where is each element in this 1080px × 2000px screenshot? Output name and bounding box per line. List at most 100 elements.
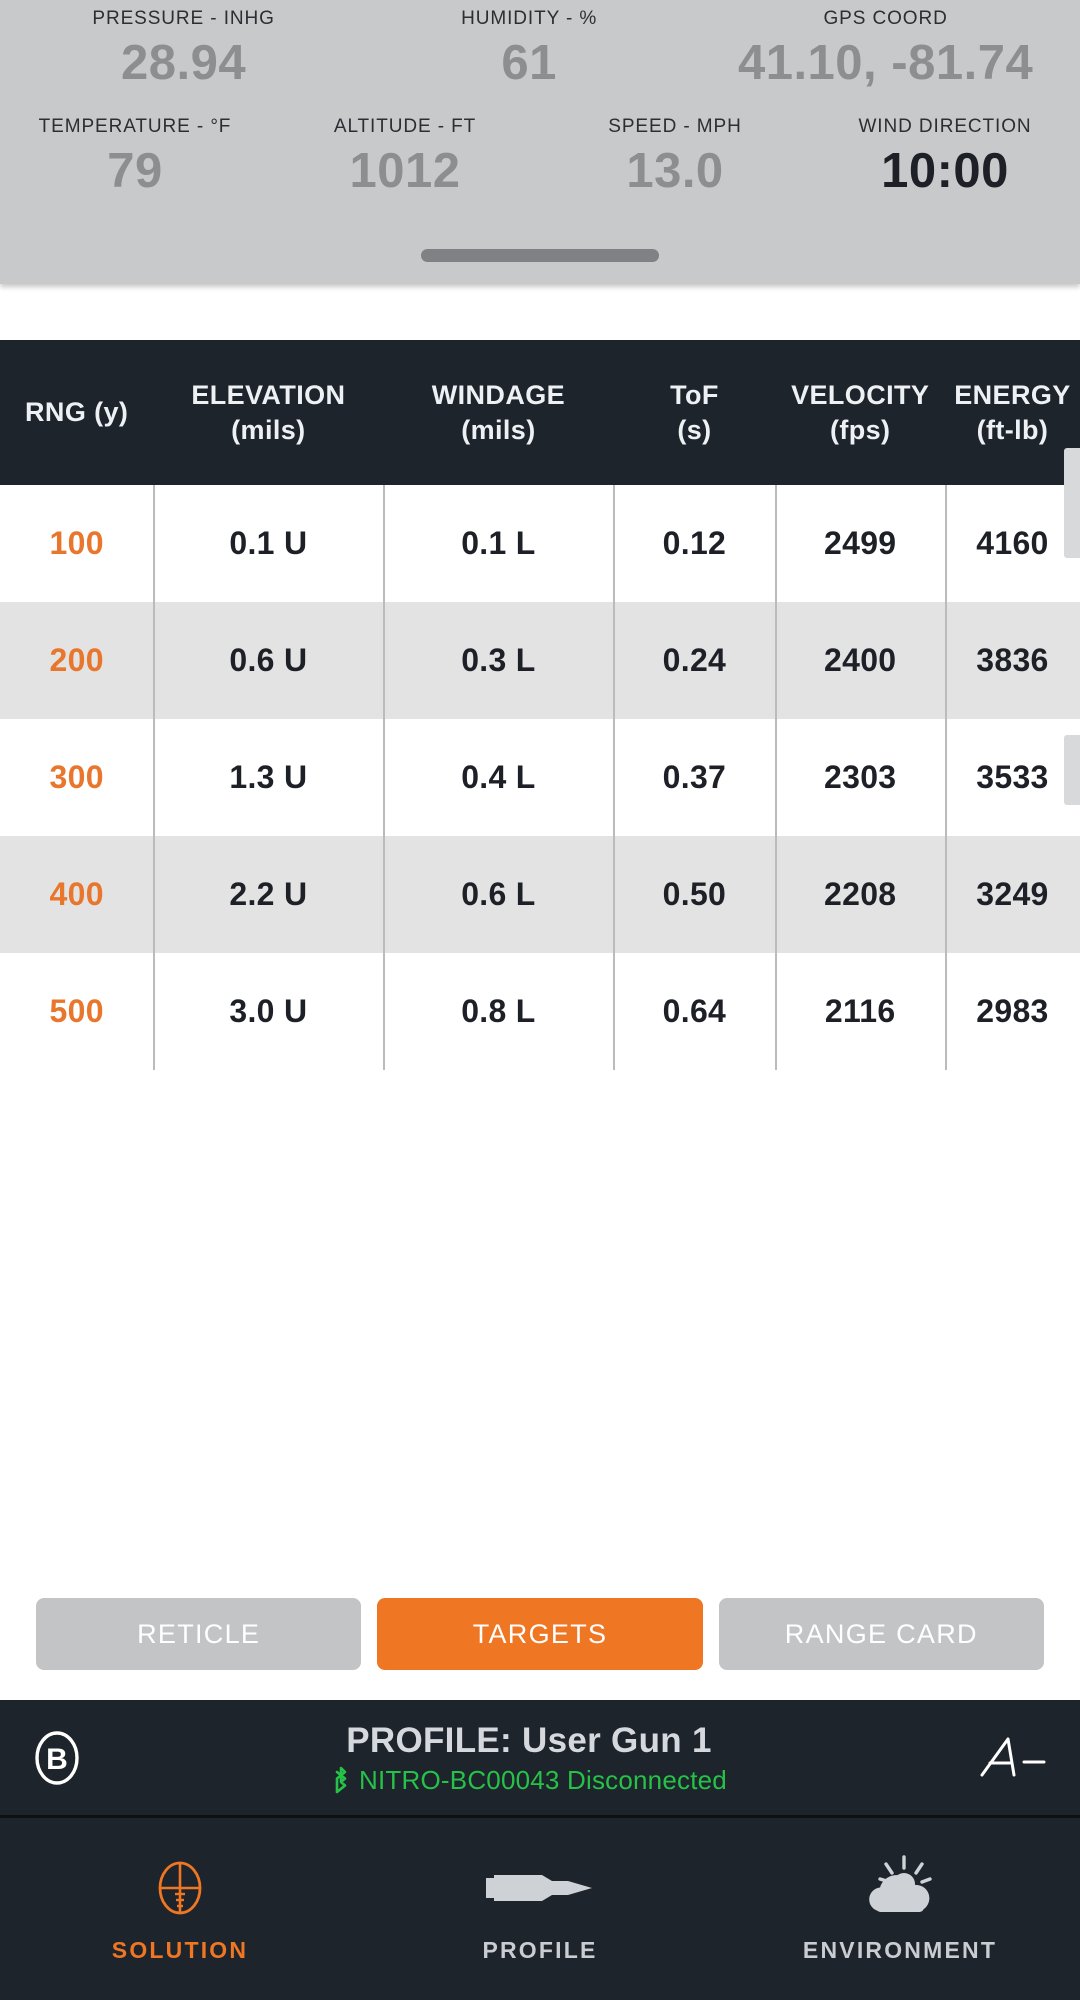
column-header-windage: WINDAGE (mils) bbox=[383, 378, 613, 448]
environment-row-primary: PRESSURE - INHG 28.94 HUMIDITY - % 61 GP… bbox=[0, 0, 1080, 94]
cell-velocity: 2116 bbox=[775, 953, 945, 1070]
cell-tof: 0.64 bbox=[613, 953, 775, 1070]
metric-gps-coord[interactable]: GPS COORD 41.10, -81.74 bbox=[691, 6, 1080, 94]
cartridge-icon bbox=[480, 1855, 600, 1921]
metric-gps-coord-label: GPS COORD bbox=[823, 8, 948, 29]
metric-temperature-label: TEMPERATURE - °F bbox=[38, 116, 232, 137]
metric-pressure-value: 28.94 bbox=[121, 36, 247, 90]
table-row[interactable]: 300 1.3 U 0.4 L 0.37 2303 3533 bbox=[0, 719, 1080, 836]
cell-rng: 100 bbox=[49, 525, 104, 561]
column-header-energy-text: ENERGY bbox=[954, 379, 1071, 410]
nav-item-solution[interactable]: SOLUTION bbox=[0, 1818, 360, 2000]
metric-gps-coord-value: 41.10, -81.74 bbox=[737, 36, 1034, 90]
environment-summary-panel[interactable]: PRESSURE - INHG 28.94 HUMIDITY - % 61 GP… bbox=[0, 0, 1080, 284]
metric-altitude-value: 1012 bbox=[349, 144, 461, 198]
metric-speed[interactable]: SPEED - MPH 13.0 bbox=[540, 114, 810, 202]
targets-button[interactable]: TARGETS bbox=[377, 1598, 703, 1670]
cell-elevation: 2.2 U bbox=[153, 836, 383, 953]
metric-temperature-value: 79 bbox=[107, 144, 163, 198]
cell-velocity: 2499 bbox=[775, 485, 945, 602]
table-header-row: RNG (y) ELEVATION (mils) WINDAGE (mils) … bbox=[0, 340, 1080, 485]
metric-altitude-label: ALTITUDE - FT bbox=[333, 116, 477, 137]
scrollbar-indicator-top[interactable] bbox=[1064, 448, 1080, 558]
column-header-velocity-text: VELOCITY bbox=[791, 379, 930, 410]
cell-energy: 3249 bbox=[944, 836, 1080, 953]
column-header-tof-text: ToF bbox=[670, 379, 719, 410]
table-row[interactable]: 500 3.0 U 0.8 L 0.64 2116 2983 bbox=[0, 953, 1080, 1070]
profile-status-bar[interactable]: B PROFILE: User Gun 1 NITRO-BC00043 Disc… bbox=[0, 1700, 1080, 1818]
cell-rng: 300 bbox=[49, 759, 104, 795]
scrollbar-indicator-bottom[interactable] bbox=[1064, 735, 1080, 805]
column-header-energy-unit: (ft-lb) bbox=[976, 414, 1049, 445]
column-header-velocity: VELOCITY (fps) bbox=[775, 378, 945, 448]
range-card-button[interactable]: RANGE CARD bbox=[718, 1598, 1044, 1670]
bluetooth-icon bbox=[331, 1765, 351, 1795]
column-header-elevation: ELEVATION (mils) bbox=[153, 378, 383, 448]
bottom-navigation-bar: SOLUTION PROFILE ENVIRONMENT bbox=[0, 1818, 1080, 2000]
cell-rng: 500 bbox=[49, 993, 104, 1029]
panel-drag-handle-container bbox=[0, 249, 1080, 262]
table-row[interactable]: 400 2.2 U 0.6 L 0.50 2208 3249 bbox=[0, 836, 1080, 953]
metric-altitude[interactable]: ALTITUDE - FT 1012 bbox=[270, 114, 540, 202]
table-row[interactable]: 200 0.6 U 0.3 L 0.24 2400 3836 bbox=[0, 602, 1080, 719]
ballistic-solution-table[interactable]: RNG (y) ELEVATION (mils) WINDAGE (mils) … bbox=[0, 340, 1080, 1598]
ballistic-b-logo-icon: B bbox=[28, 1729, 86, 1787]
reticle-icon bbox=[147, 1855, 213, 1921]
column-header-elevation-text: ELEVATION bbox=[191, 379, 346, 410]
cell-elevation: 1.3 U bbox=[153, 719, 383, 836]
cell-windage: 0.3 L bbox=[383, 602, 613, 719]
environment-row-secondary: TEMPERATURE - °F 79 ALTITUDE - FT 1012 S… bbox=[0, 94, 1080, 202]
column-header-windage-unit: (mils) bbox=[461, 414, 536, 445]
cell-windage: 0.1 L bbox=[383, 485, 613, 602]
cell-windage: 0.4 L bbox=[383, 719, 613, 836]
metric-temperature[interactable]: TEMPERATURE - °F 79 bbox=[0, 114, 270, 202]
cell-energy: 2983 bbox=[944, 953, 1080, 1070]
nav-item-environment[interactable]: ENVIRONMENT bbox=[720, 1818, 1080, 2000]
cell-velocity: 2208 bbox=[775, 836, 945, 953]
nav-label-environment: ENVIRONMENT bbox=[802, 1936, 998, 1963]
panel-drag-handle[interactable] bbox=[421, 249, 659, 262]
panel-spacer bbox=[0, 284, 1080, 340]
cell-velocity: 2303 bbox=[775, 719, 945, 836]
metric-pressure[interactable]: PRESSURE - INHG 28.94 bbox=[0, 6, 367, 94]
cell-rng: 400 bbox=[49, 876, 104, 912]
metric-humidity[interactable]: HUMIDITY - % 61 bbox=[367, 6, 691, 94]
cell-elevation: 0.1 U bbox=[153, 485, 383, 602]
metric-humidity-value: 61 bbox=[501, 36, 557, 90]
cell-tof: 0.37 bbox=[613, 719, 775, 836]
applied-ballistics-logo-icon bbox=[972, 1729, 1052, 1787]
cell-windage: 0.8 L bbox=[383, 953, 613, 1070]
column-header-velocity-unit: (fps) bbox=[829, 414, 891, 445]
sun-cloud-icon bbox=[852, 1854, 948, 1921]
column-header-rng: RNG (y) bbox=[0, 395, 153, 430]
metric-humidity-label: HUMIDITY - % bbox=[461, 8, 598, 29]
cell-elevation: 0.6 U bbox=[153, 602, 383, 719]
reticle-button[interactable]: RETICLE bbox=[36, 1598, 362, 1670]
cell-energy: 4160 bbox=[944, 485, 1080, 602]
column-header-tof-unit: (s) bbox=[677, 414, 712, 445]
cell-tof: 0.50 bbox=[613, 836, 775, 953]
metric-speed-value: 13.0 bbox=[626, 144, 724, 198]
metric-wind-direction[interactable]: WIND DIRECTION 10:00 bbox=[810, 114, 1080, 202]
column-header-rng-unit: (y) bbox=[94, 397, 129, 427]
column-header-elevation-unit: (mils) bbox=[231, 414, 306, 445]
nav-item-profile[interactable]: PROFILE bbox=[360, 1818, 720, 2000]
metric-wind-direction-label: WIND DIRECTION bbox=[858, 116, 1032, 137]
cell-velocity: 2400 bbox=[775, 602, 945, 719]
column-header-energy: ENERGY (ft-lb) bbox=[945, 378, 1080, 448]
profile-title: PROFILE: User Gun 1 bbox=[346, 1720, 712, 1760]
table-row[interactable]: 100 0.1 U 0.1 L 0.12 2499 4160 bbox=[0, 485, 1080, 602]
metric-speed-label: SPEED - MPH bbox=[608, 116, 742, 137]
ballistics-app-screen: PRESSURE - INHG 28.94 HUMIDITY - % 61 GP… bbox=[0, 0, 1080, 2000]
device-connection-status: NITRO-BC00043 Disconnected bbox=[86, 1764, 972, 1796]
cell-tof: 0.24 bbox=[613, 602, 775, 719]
profile-info: PROFILE: User Gun 1 NITRO-BC00043 Discon… bbox=[86, 1720, 972, 1796]
svg-text:B: B bbox=[46, 1743, 68, 1776]
column-header-rng-text: RNG bbox=[25, 397, 87, 427]
metric-pressure-label: PRESSURE - INHG bbox=[92, 8, 275, 29]
action-button-bar: RETICLE TARGETS RANGE CARD bbox=[0, 1598, 1080, 1700]
cell-energy: 3533 bbox=[944, 719, 1080, 836]
cell-windage: 0.6 L bbox=[383, 836, 613, 953]
cell-elevation: 3.0 U bbox=[153, 953, 383, 1070]
nav-label-profile: PROFILE bbox=[482, 1936, 598, 1963]
